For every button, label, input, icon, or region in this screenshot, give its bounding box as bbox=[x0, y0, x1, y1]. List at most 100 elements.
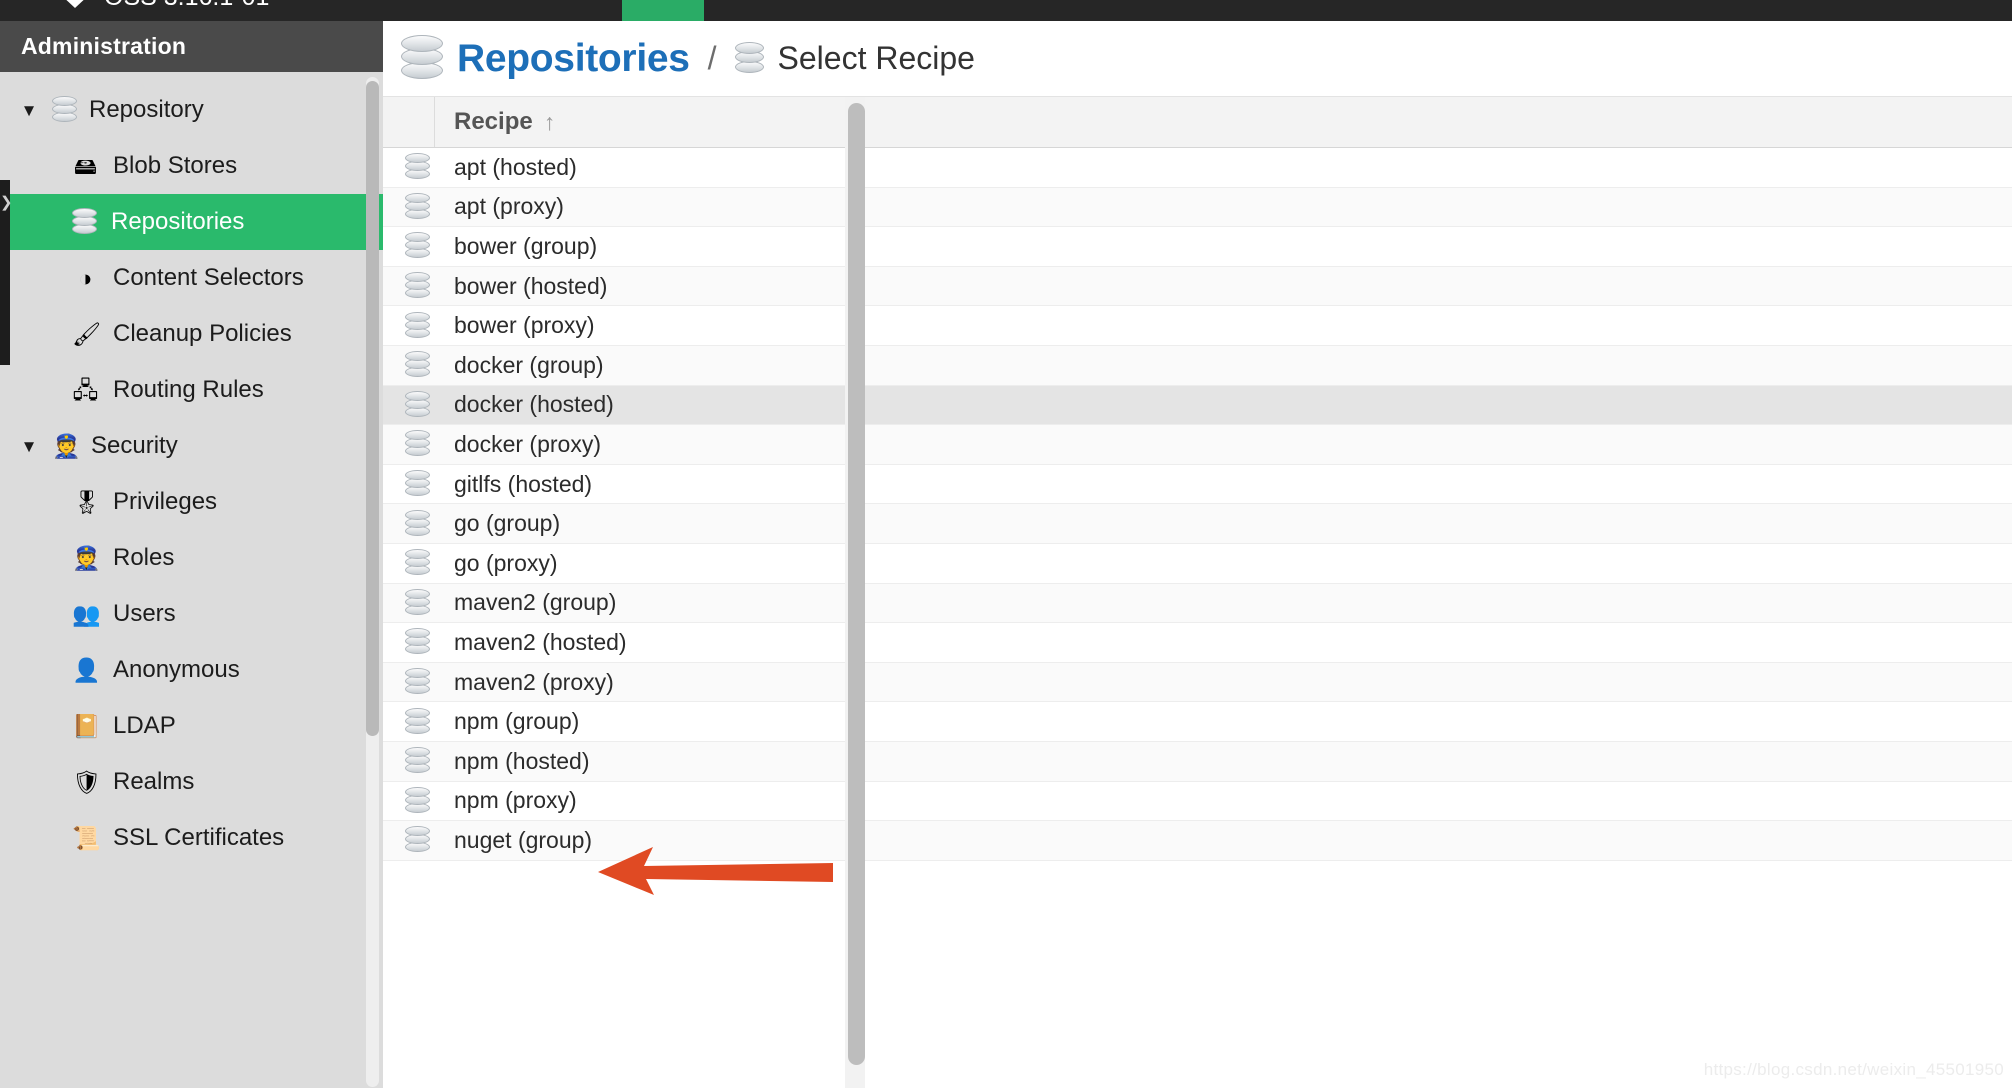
table-row[interactable]: apt (hosted) bbox=[383, 148, 2012, 188]
table-row-icon-cell bbox=[383, 509, 435, 538]
sidebar-item-ldap[interactable]: 📔 LDAP bbox=[0, 698, 383, 754]
caret-down-icon[interactable]: ▼ bbox=[18, 102, 40, 119]
sidebar-item-routing-rules[interactable]: 🖧 Routing Rules bbox=[0, 362, 383, 418]
table-row-icon-cell bbox=[383, 192, 435, 221]
database-icon bbox=[405, 826, 430, 854]
sidebar-item-roles[interactable]: 👮 Roles bbox=[0, 530, 383, 586]
sidebar-header: Administration bbox=[0, 21, 383, 72]
sidebar-item-label: Privileges bbox=[113, 488, 218, 515]
table-row[interactable]: apt (proxy) bbox=[383, 187, 2012, 228]
table-row-icon-cell bbox=[383, 668, 435, 696]
grid-body: apt (hosted) apt (proxy) bower (group) bowe… bbox=[383, 148, 2012, 861]
table-row[interactable]: docker (group) bbox=[383, 345, 2012, 386]
grid-header-icon-cell bbox=[383, 97, 435, 147]
table-row[interactable]: docker (proxy) bbox=[383, 425, 2012, 465]
top-bar: OSS 3.16.1-01 bbox=[0, 0, 2012, 21]
column-header-recipe: Recipe bbox=[454, 108, 533, 135]
database-icon bbox=[405, 786, 430, 815]
table-cell-recipe: maven2 (proxy) bbox=[454, 668, 614, 695]
certificate-icon: 📜 bbox=[72, 824, 101, 851]
table-cell-recipe: npm (hosted) bbox=[454, 747, 590, 774]
sidebar-item-repositories[interactable]: Repositories bbox=[0, 194, 383, 250]
table-row[interactable]: go (group) bbox=[383, 504, 2012, 544]
sidebar-item-privileges[interactable]: 🎖 Privileges bbox=[0, 474, 383, 530]
table-row[interactable]: docker (hosted) bbox=[383, 385, 2012, 426]
table-row-icon-cell bbox=[383, 628, 435, 656]
breadcrumb-root-link[interactable]: Repositories bbox=[457, 37, 690, 81]
sidebar-scrollbar-thumb[interactable] bbox=[366, 81, 379, 736]
table-cell-recipe: maven2 (group) bbox=[454, 589, 617, 616]
table-cell-recipe: docker (group) bbox=[454, 351, 604, 378]
sidebar-item-content-selectors[interactable]: ◑ Content Selectors bbox=[0, 250, 383, 306]
table-row[interactable]: bower (hosted) bbox=[383, 266, 2012, 307]
breadcrumb-separator: / bbox=[707, 40, 717, 76]
table-row-icon-cell bbox=[383, 153, 435, 181]
caret-down-icon[interactable]: ▼ bbox=[18, 438, 40, 455]
grid-header-recipe-cell[interactable]: Recipe ↑ bbox=[435, 97, 2012, 147]
sidebar-item-label: LDAP bbox=[113, 712, 176, 739]
table-row-icon-cell bbox=[383, 747, 435, 775]
sidebar-item-anonymous[interactable]: 👤 Anonymous bbox=[0, 642, 383, 698]
table-cell-recipe: go (proxy) bbox=[454, 549, 558, 576]
active-tab-indicator bbox=[622, 0, 704, 21]
sidebar-group-security[interactable]: ▼ 👮 Security bbox=[0, 418, 383, 474]
table-row[interactable]: nuget (group) bbox=[383, 821, 2012, 861]
breadcrumb: Repositories / Select Recipe bbox=[383, 21, 2012, 97]
table-row-icon-cell bbox=[383, 390, 435, 419]
table-cell-recipe: maven2 (hosted) bbox=[454, 628, 627, 655]
table-cell-recipe: go (group) bbox=[454, 510, 561, 537]
table-row[interactable]: npm (hosted) bbox=[383, 741, 2012, 782]
table-row[interactable]: npm (group) bbox=[383, 702, 2012, 742]
main-content: Repositories / Select Recipe Recipe ↑ ap… bbox=[383, 21, 2012, 1088]
table-row[interactable]: npm (proxy) bbox=[383, 781, 2012, 822]
table-row[interactable]: bower (proxy) bbox=[383, 306, 2012, 346]
table-row-icon-cell bbox=[383, 786, 435, 815]
sidebar-item-label: Content Selectors bbox=[113, 264, 304, 291]
sidebar-item-realms[interactable]: 🛡 Realms bbox=[0, 754, 383, 810]
table-cell-recipe: bower (hosted) bbox=[454, 272, 608, 299]
database-icon bbox=[52, 96, 77, 124]
table-row-icon-cell bbox=[383, 351, 435, 379]
database-icon bbox=[405, 153, 430, 181]
anonymous-icon: 👤 bbox=[72, 656, 101, 683]
sidebar-group-repository[interactable]: ▼ Repository bbox=[0, 82, 383, 138]
table-row[interactable]: bower (group) bbox=[383, 227, 2012, 267]
main-scrollbar-thumb[interactable] bbox=[848, 103, 865, 1065]
table-row[interactable]: maven2 (proxy) bbox=[383, 662, 2012, 703]
sidebar-item-label: SSL Certificates bbox=[113, 824, 285, 851]
table-row-icon-cell bbox=[383, 470, 435, 498]
breadcrumb-root-database-icon bbox=[401, 35, 443, 82]
brush-icon: 🖌 bbox=[72, 320, 102, 347]
watermark-text: https://blog.csdn.net/weixin_45501950 bbox=[1703, 1060, 2004, 1079]
sidebar-item-label: Cleanup Policies bbox=[113, 320, 292, 347]
database-icon bbox=[405, 192, 430, 221]
database-icon bbox=[72, 208, 97, 236]
sidebar-item-cleanup-policies[interactable]: 🖌 Cleanup Policies bbox=[0, 306, 383, 362]
database-icon bbox=[405, 430, 430, 458]
sidebar-item-users[interactable]: 👥 Users bbox=[0, 586, 383, 642]
chevron-right-icon[interactable]: ❯ bbox=[0, 195, 13, 210]
table-cell-recipe: docker (hosted) bbox=[454, 391, 614, 418]
content-selector-icon: ◑ bbox=[78, 264, 93, 291]
sidebar-nav: ▼ Repository 🖴 Blob Stores Repositories ◑ Cont… bbox=[0, 72, 383, 866]
table-cell-recipe: npm (proxy) bbox=[454, 787, 577, 814]
sort-ascending-icon: ↑ bbox=[543, 108, 556, 135]
database-icon bbox=[405, 509, 430, 538]
table-row[interactable]: gitlfs (hosted) bbox=[383, 464, 2012, 505]
nexus-logo-icon bbox=[60, 0, 90, 12]
table-row[interactable]: go (proxy) bbox=[383, 543, 2012, 584]
database-icon bbox=[405, 628, 430, 656]
officer-icon: 👮 bbox=[72, 544, 101, 571]
database-icon bbox=[405, 588, 430, 617]
application-window: OSS 3.16.1-01 ❯ Administration ▼ Reposito… bbox=[0, 0, 2012, 1088]
table-cell-recipe: nuget (group) bbox=[454, 826, 593, 853]
table-row[interactable]: maven2 (hosted) bbox=[383, 623, 2012, 663]
table-row-icon-cell bbox=[383, 588, 435, 617]
sidebar-item-blob-stores[interactable]: 🖴 Blob Stores bbox=[0, 138, 383, 194]
sidebar-item-ssl-certificates[interactable]: 📜 SSL Certificates bbox=[0, 810, 383, 866]
table-cell-recipe: apt (proxy) bbox=[454, 193, 564, 220]
sidebar-item-label: Users bbox=[113, 600, 176, 627]
table-row[interactable]: maven2 (group) bbox=[383, 583, 2012, 624]
product-brand[interactable]: OSS 3.16.1-01 bbox=[60, 0, 269, 12]
table-cell-recipe: docker (proxy) bbox=[454, 430, 601, 457]
